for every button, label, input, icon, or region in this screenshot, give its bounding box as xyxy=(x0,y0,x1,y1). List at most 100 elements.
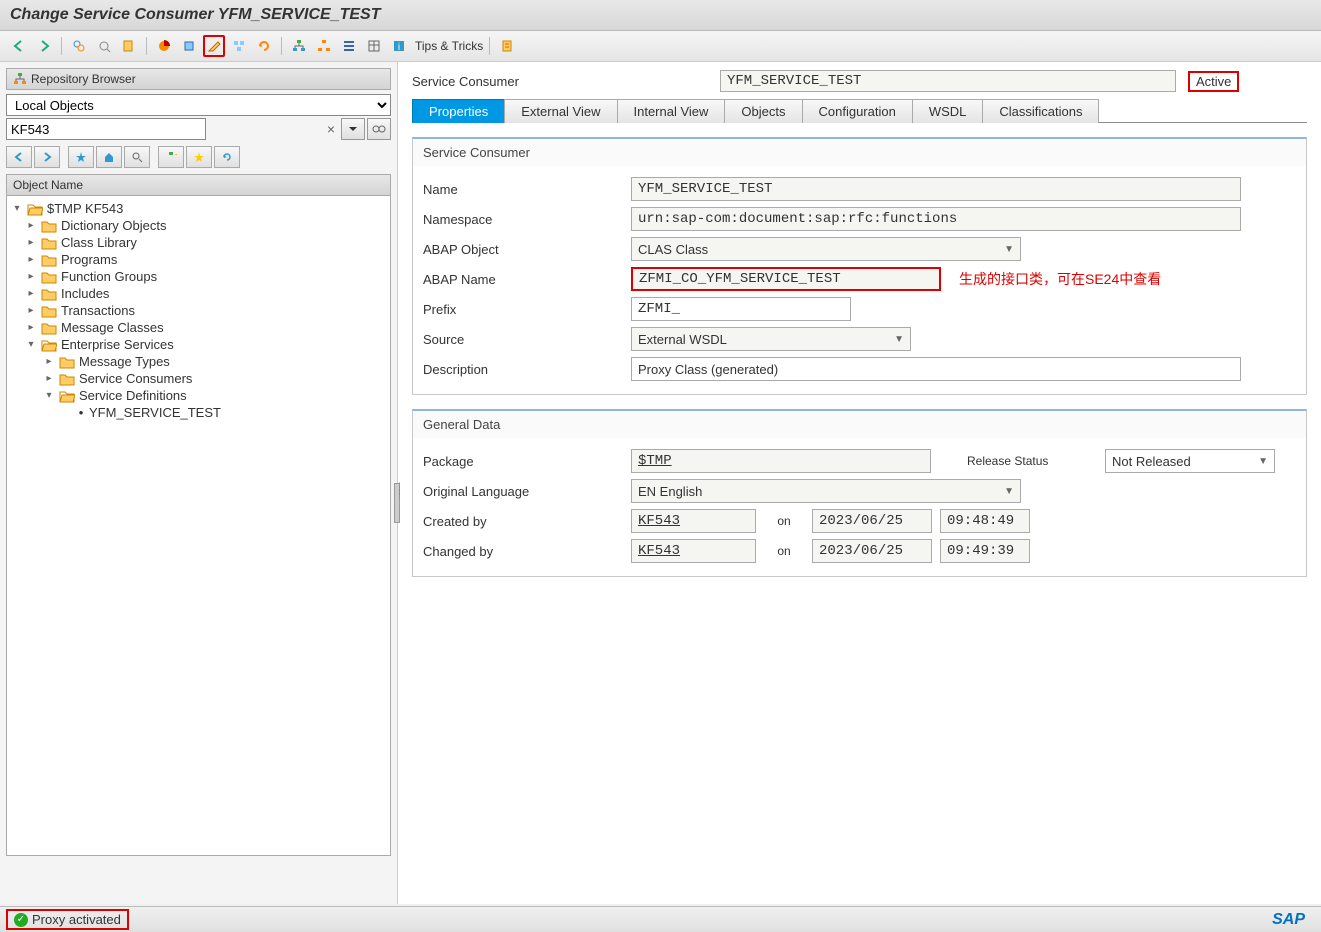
source-dropdown[interactable]: External WSDL▼ xyxy=(631,327,911,351)
tree-item[interactable]: ▸ Transactions xyxy=(7,302,390,319)
tab-properties[interactable]: Properties xyxy=(412,99,505,123)
nav-toolbar: + xyxy=(6,146,391,168)
tree-toggle-icon[interactable]: ▸ xyxy=(25,305,37,316)
folder-icon xyxy=(41,304,57,318)
success-icon: ✓ xyxy=(14,913,28,927)
abap-name-note: 生成的接口类，可在SE24中查看 xyxy=(959,269,1161,289)
tree-add-button[interactable]: + xyxy=(158,146,184,168)
sap-logo: SAP xyxy=(1272,911,1315,929)
scope-dropdown[interactable]: Local Objects xyxy=(6,94,391,116)
tree-item-label: Service Definitions xyxy=(79,388,187,403)
nav-forward-button[interactable] xyxy=(34,146,60,168)
user-input[interactable] xyxy=(6,118,206,140)
tree-item[interactable]: ▸Class Library xyxy=(7,234,390,251)
release-status-dropdown[interactable]: Not Released▼ xyxy=(1105,449,1275,473)
chevron-down-icon: ▼ xyxy=(1004,244,1014,255)
group-title-service-consumer: Service Consumer xyxy=(413,139,1306,166)
object-tree[interactable]: ▾$TMP KF543▸Dictionary Objects▸Class Lib… xyxy=(6,196,391,856)
on-label: on xyxy=(764,544,804,558)
test-button[interactable] xyxy=(178,35,200,57)
tree-toggle-icon[interactable]: ▸ xyxy=(43,356,55,367)
folder-icon xyxy=(59,355,75,369)
tree-item-label: Transactions xyxy=(61,303,135,318)
tree-toggle-icon[interactable]: ▾ xyxy=(43,390,55,401)
tab-wsdl[interactable]: WSDL xyxy=(912,99,984,123)
hierarchy-button[interactable] xyxy=(288,35,310,57)
on-label: on xyxy=(764,514,804,528)
refresh-button[interactable] xyxy=(214,146,240,168)
forward-button[interactable] xyxy=(33,35,55,57)
tree-item[interactable]: ▾Enterprise Services xyxy=(7,336,390,353)
prefix-field[interactable]: ZFMI_ xyxy=(631,297,851,321)
tree-toggle-icon[interactable]: ▸ xyxy=(25,322,37,333)
tree-toggle-icon[interactable]: ▸ xyxy=(25,271,37,282)
tab-objects[interactable]: Objects xyxy=(724,99,802,123)
other-object-button[interactable] xyxy=(93,35,115,57)
original-language-dropdown[interactable]: EN English▼ xyxy=(631,479,1021,503)
add-favorite-button[interactable] xyxy=(68,146,94,168)
tree-toggle-icon[interactable]: ▾ xyxy=(25,339,37,350)
tree-item[interactable]: ▸Message Classes xyxy=(7,319,390,336)
tree-toggle-icon[interactable]: ▸ xyxy=(43,373,55,384)
tab-internal-view[interactable]: Internal View xyxy=(617,99,726,123)
splitter-handle[interactable]: ⋮⋮⋮ xyxy=(394,483,400,523)
tree-item[interactable]: ▸Dictionary Objects xyxy=(7,217,390,234)
display-toggle-button[interactable] xyxy=(68,35,90,57)
tree-item[interactable]: ▸Message Types xyxy=(7,353,390,370)
where-used-button[interactable] xyxy=(228,35,250,57)
service-consumer-label: Service Consumer xyxy=(412,74,712,89)
home-button[interactable] xyxy=(96,146,122,168)
doc-button[interactable] xyxy=(496,35,518,57)
table-button[interactable] xyxy=(363,35,385,57)
changed-by-link[interactable]: KF543 xyxy=(638,543,680,559)
tree-header: Object Name xyxy=(6,174,391,196)
folder-icon xyxy=(27,202,43,216)
edit-button[interactable] xyxy=(203,35,225,57)
abap-name-field: ZFMI_CO_YFM_SERVICE_TEST xyxy=(631,267,941,291)
dropdown-button[interactable] xyxy=(341,118,365,140)
list-button[interactable] xyxy=(338,35,360,57)
nav-back-button[interactable] xyxy=(6,146,32,168)
original-language-label: Original Language xyxy=(423,484,623,499)
abap-name-label: ABAP Name xyxy=(423,272,623,287)
tree-toggle-icon[interactable]: ▸ xyxy=(25,237,37,248)
tree-item[interactable]: ▸Function Groups xyxy=(7,268,390,285)
glasses-icon[interactable] xyxy=(367,118,391,140)
detail-pane: Service Consumer YFM_SERVICE_TEST Active… xyxy=(398,62,1321,904)
tree-item[interactable]: ▸Service Consumers xyxy=(7,370,390,387)
tree-toggle-icon[interactable]: ▸ xyxy=(25,254,37,265)
info-icon[interactable]: i xyxy=(388,35,410,57)
general-data-group: General Data Package $TMP Release Status… xyxy=(412,409,1307,577)
regenerate-button[interactable] xyxy=(253,35,275,57)
tree-toggle-icon[interactable]: ▸ xyxy=(25,288,37,299)
description-field[interactable]: Proxy Class (generated) xyxy=(631,357,1241,381)
check-button[interactable] xyxy=(118,35,140,57)
tab-configuration[interactable]: Configuration xyxy=(802,99,913,123)
tree-toggle-icon[interactable]: ▾ xyxy=(11,203,23,214)
created-by-label: Created by xyxy=(423,514,623,529)
tree-toggle-icon[interactable]: ▸ xyxy=(25,220,37,231)
folder-icon xyxy=(41,338,57,352)
find-button[interactable] xyxy=(124,146,150,168)
tree-item[interactable]: •YFM_SERVICE_TEST xyxy=(7,404,390,421)
tree-item[interactable]: ▸Includes xyxy=(7,285,390,302)
tab-classifications[interactable]: Classifications xyxy=(982,99,1099,123)
tree-button[interactable] xyxy=(313,35,335,57)
release-status-label: Release Status xyxy=(967,454,1097,468)
folder-icon xyxy=(41,253,57,267)
package-field: $TMP xyxy=(631,449,931,473)
tree-item[interactable]: ▾ Service Definitions xyxy=(7,387,390,404)
created-time-field: 09:48:49 xyxy=(940,509,1030,533)
chevron-down-icon: ▼ xyxy=(1258,456,1268,467)
tree-item[interactable]: ▾$TMP KF543 xyxy=(7,200,390,217)
tips-tricks-label[interactable]: Tips & Tricks xyxy=(415,39,483,53)
activate-button[interactable] xyxy=(153,35,175,57)
back-button[interactable] xyxy=(8,35,30,57)
created-by-link[interactable]: KF543 xyxy=(638,513,680,529)
tree-item[interactable]: ▸Programs xyxy=(7,251,390,268)
package-link[interactable]: $TMP xyxy=(638,453,672,469)
abap-object-dropdown[interactable]: CLAS Class▼ xyxy=(631,237,1021,261)
tab-external-view[interactable]: External View xyxy=(504,99,617,123)
clear-icon[interactable]: × xyxy=(327,121,335,137)
favorite-button[interactable] xyxy=(186,146,212,168)
